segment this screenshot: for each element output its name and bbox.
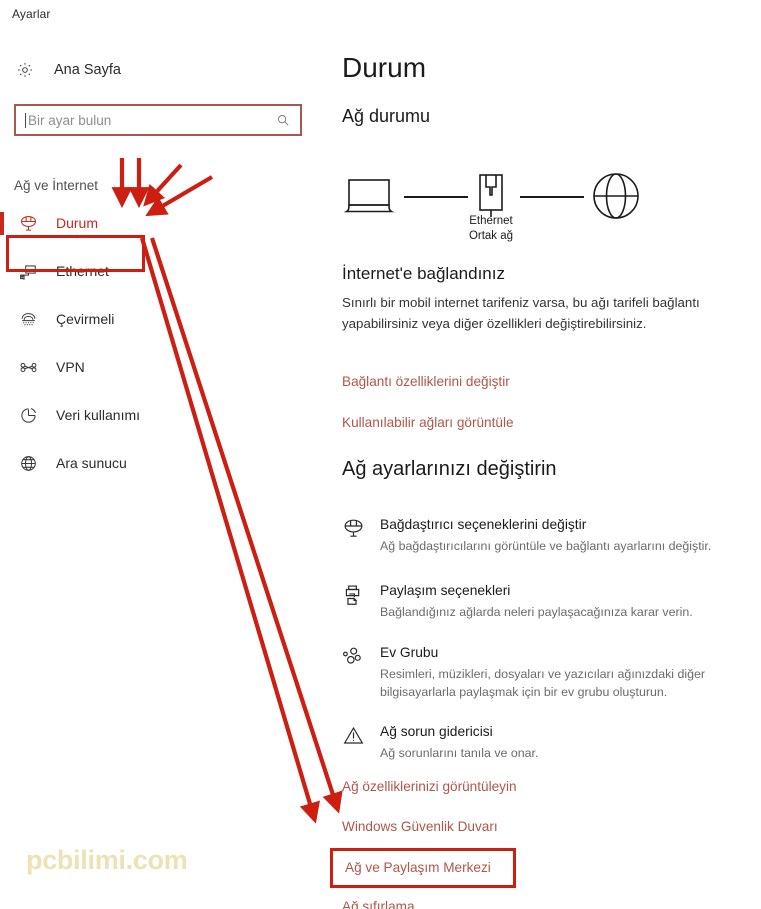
option-subtitle: Ağ sorunlarını tanıla ve onar. (380, 746, 539, 760)
option-title: Paylaşım seçenekleri (380, 583, 511, 598)
watermark: pcbilimi.com (26, 845, 188, 875)
sidebar-item-label: Çevirmeli (56, 311, 115, 327)
warning-triangle-icon (342, 722, 376, 762)
sidebar: Ana Sayfa Bir ayar bulun Ağ ve İnternet (0, 30, 330, 909)
data-usage-icon (16, 404, 40, 426)
diagram-link-right (520, 196, 584, 198)
sidebar-home-label: Ana Sayfa (54, 62, 121, 78)
diagram-caption: Ethernet Ortak ağ (436, 214, 546, 244)
network-status-heading: Ağ durumu (342, 106, 431, 126)
network-diagram: Ethernet Ortak ağ (338, 152, 658, 252)
search-icon[interactable] (276, 113, 290, 127)
diagram-caption-line2: Ortak ağ (468, 230, 514, 242)
window-title: Ayarlar (12, 7, 51, 21)
link-network-sharing-center[interactable]: Ağ ve Paylaşım Merkezi (345, 860, 491, 875)
option-title: Ev Grubu (380, 645, 439, 660)
active-accent-bar (0, 212, 4, 235)
option-subtitle: Bağlandığınız ağlarda neleri paylaşacağı… (380, 605, 693, 619)
option-subtitle: Resimleri, müzikleri, dosyaları ve yazıc… (380, 667, 706, 699)
status-globe-icon (16, 212, 40, 234)
option-title: Bağdaştırıcı seçeneklerini değiştir (380, 517, 587, 532)
title-bar: Ayarlar (0, 0, 761, 30)
page-title: Durum (342, 52, 427, 83)
sidebar-item-label: VPN (56, 359, 85, 375)
option-title: Ağ sorun gidericisi (380, 724, 493, 739)
vpn-icon (16, 356, 40, 378)
dialup-icon (16, 308, 40, 330)
sidebar-item-label: Veri kullanımı (56, 407, 141, 423)
sidebar-item-label: Ethernet (56, 263, 109, 279)
proxy-globe-icon (16, 452, 40, 474)
sidebar-section-label: Ağ ve İnternet (14, 178, 99, 193)
sidebar-item-label: Ara sunucu (56, 455, 127, 471)
option-homegroup[interactable]: Ev Grubu Resimleri, müzikleri, dosyaları… (342, 643, 761, 701)
link-network-reset[interactable]: Ağ sıfırlama (342, 899, 415, 909)
settings-window: Ayarlar Ana Sayfa Bir ayar bulun Ağ ve İ… (0, 0, 761, 909)
sidebar-item-label: Durum (56, 215, 99, 231)
link-windows-firewall[interactable]: Windows Güvenlik Duvarı (342, 819, 498, 834)
link-view-available-networks[interactable]: Kullanılabilir ağları görüntüle (342, 415, 514, 430)
connection-status-text: İnternet'e bağlandınız (342, 264, 505, 283)
adapter-globe-icon (342, 515, 376, 555)
gear-icon (14, 59, 36, 81)
sidebar-item-ara-sunucu[interactable]: Ara sunucu (0, 448, 330, 478)
sidebar-item-durum[interactable]: Durum (0, 208, 330, 238)
option-change-adapter-options[interactable]: Bağdaştırıcı seçeneklerini değiştir Ağ b… (342, 515, 761, 555)
globe-icon (590, 170, 642, 227)
sidebar-nav: Durum Ethernet Çevirmeli VPN Veri kullan… (0, 208, 330, 496)
ethernet-icon (16, 260, 40, 282)
link-view-network-properties[interactable]: Ağ özelliklerinizi görüntüleyin (342, 779, 517, 794)
sidebar-item-veri-kullanimi[interactable]: Veri kullanımı (0, 400, 330, 430)
link-change-connection-properties[interactable]: Bağlantı özelliklerini değiştir (342, 374, 510, 389)
connection-description: Sınırlı bir mobil internet tarifeniz var… (342, 295, 700, 331)
text-caret (25, 112, 26, 128)
option-subtitle: Ağ bağdaştırıcılarını görüntüle ve bağla… (380, 539, 712, 553)
search-placeholder: Bir ayar bulun (28, 112, 112, 128)
sidebar-item-vpn[interactable]: VPN (0, 352, 330, 382)
homegroup-icon (342, 643, 376, 701)
main-content: Durum Ağ durumu Ethernet Ortak ağ İntern… (330, 30, 761, 909)
search-input[interactable]: Bir ayar bulun (14, 104, 302, 136)
diagram-link-left (404, 196, 468, 198)
diagram-caption-line1: Ethernet (469, 215, 513, 227)
sidebar-item-ethernet[interactable]: Ethernet (0, 256, 330, 286)
option-sharing-options[interactable]: Paylaşım seçenekleri Bağlandığınız ağlar… (342, 581, 761, 621)
sharing-printer-icon (342, 581, 376, 621)
option-network-troubleshooter[interactable]: Ağ sorun gidericisi Ağ sorunlarını tanıl… (342, 722, 761, 762)
change-settings-heading: Ağ ayarlarınızı değiştirin (342, 458, 557, 480)
sidebar-item-home[interactable]: Ana Sayfa (14, 58, 121, 82)
sidebar-item-cevirmeli[interactable]: Çevirmeli (0, 304, 330, 334)
laptop-icon (342, 174, 396, 223)
